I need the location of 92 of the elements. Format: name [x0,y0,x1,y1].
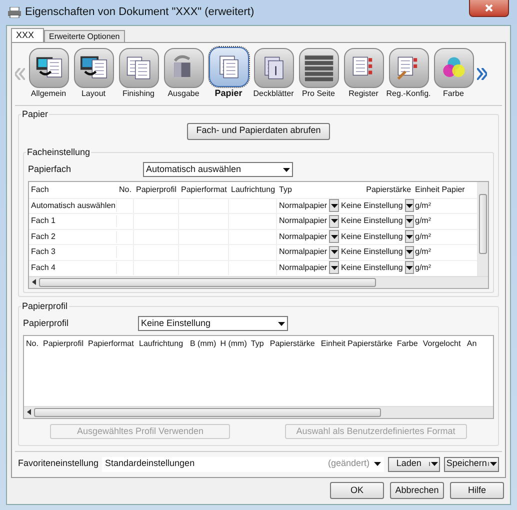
table-cell-text: Keine Einstellung [340,200,404,212]
caret-icon [330,250,338,254]
table-cell-text: Keine Einstellung [340,215,404,228]
dropdown-button[interactable] [329,199,339,212]
dropdown-button[interactable] [329,261,339,274]
table-cell-text: Normalpapier [278,215,328,228]
dropdown-button[interactable] [329,214,339,228]
horizontal-scrollbar[interactable] [24,406,493,418]
table-cell: Fach 4 [29,262,117,274]
dialog-button[interactable]: Hilfe [450,482,504,500]
dropdown-button[interactable] [329,246,339,259]
column-header[interactable]: Laufrichtung [229,184,278,196]
table-cell-text: Keine Einstellung [340,230,404,243]
table-cell-text: Normalpapier [278,200,328,212]
group-title: Facheinstellung [26,146,92,160]
dialog-button[interactable]: Abbrechen [390,482,444,500]
caret-icon [406,234,413,239]
table-cell-text: g/m² [414,215,432,228]
column-header[interactable]: H (mm) [218,338,249,350]
tab[interactable]: Erweiterte Optionen [44,30,125,42]
table-cell: Automatisch auswählen [29,200,117,212]
dropdown-button[interactable] [404,199,414,212]
caret-icon [330,234,338,239]
table-cell-text: Keine Einstellung [340,262,404,274]
table-cell-text: g/m² [414,262,432,274]
column-header[interactable]: Farbe [394,338,421,350]
column-header[interactable]: Typ [277,184,340,196]
field-label: Favoriteneinstellung [18,457,98,470]
table-cell: Fach 3 [29,246,117,258]
table-cell: Fach 2 [29,230,117,243]
column-header[interactable]: Einheit Papier [413,184,468,196]
scroll-right-icon[interactable] [477,68,487,80]
column-header[interactable]: Papierformat [179,184,229,196]
vertical-scrollbar[interactable] [477,182,488,276]
column-header[interactable]: Vorgelocht [420,338,465,350]
field-label: Papierprofil [23,316,70,330]
caret-icon [406,219,413,224]
dialog-button[interactable]: OK [330,482,384,500]
column-header[interactable]: An [464,338,479,350]
caret-icon [406,204,413,208]
printer-icon [8,6,21,18]
column-header[interactable]: Papierformat [86,338,137,350]
field-label: Papierfach [28,162,72,176]
caret-icon [330,219,338,224]
caret-icon [490,462,497,466]
close-button[interactable] [469,0,509,18]
table-cell-text: g/m² [414,200,432,212]
dropdown-button[interactable] [404,261,414,274]
caret-icon [330,204,338,208]
caret-icon [431,462,438,466]
table-cell: Fach 1 [29,215,117,228]
favorites-dropdown[interactable]: Standardeinstellungen (geändert) [102,456,384,472]
close-icon [485,4,493,12]
dropdown-button[interactable] [404,246,414,259]
window-title: Eigenschaften von Dokument "XXX" (erweitert) [25,5,256,20]
scroll-left-icon[interactable] [32,279,36,286]
column-header[interactable]: Einheit Papierstärke [318,338,395,350]
paper-profile-dropdown[interactable]: Keine Einstellung [138,316,288,332]
tab[interactable]: XXX [11,28,44,42]
dropdown-button[interactable] [404,214,414,228]
caret-icon [374,462,381,466]
caret-icon [283,168,290,172]
load-button[interactable]: Laden [388,456,440,472]
caret-icon [278,322,285,326]
table-cell-text: Normalpapier [278,246,328,258]
column-header[interactable]: No. [117,184,134,196]
fetch-data-button[interactable]: Fach- und Papierdaten abrufen [187,122,330,140]
table-cell-text: g/m² [414,230,432,243]
column-header[interactable]: Laufrichtung [137,338,188,350]
dropdown-button[interactable] [329,230,339,244]
column-header[interactable]: Papierstärke [339,184,414,196]
column-header[interactable]: Papierstärke [268,338,319,350]
column-header[interactable]: Typ [248,338,268,350]
group-title: Papier [21,108,50,122]
table-cell-text: g/m² [414,246,432,258]
column-header[interactable]: B (mm) [188,338,218,350]
table-cell-text: Keine Einstellung [340,246,404,258]
column-header[interactable]: Papierprofil [134,184,179,196]
column-header[interactable]: Fach [29,184,117,196]
caret-icon [330,266,338,270]
save-button[interactable]: Speichern [444,456,499,472]
table-cell-text: Normalpapier [278,262,328,274]
group-title: Papierprofil [21,300,69,314]
column-header[interactable]: Papierprofil [41,338,86,350]
scroll-left-icon[interactable] [27,409,31,416]
paper-tray-dropdown[interactable]: Automatisch auswählen [143,162,293,178]
table-cell-text: Normalpapier [278,230,328,243]
column-header[interactable]: No. [24,338,41,350]
horizontal-scrollbar[interactable] [29,276,488,288]
dropdown-button[interactable] [404,230,414,244]
caret-icon [406,266,413,270]
caret-icon [406,250,413,254]
